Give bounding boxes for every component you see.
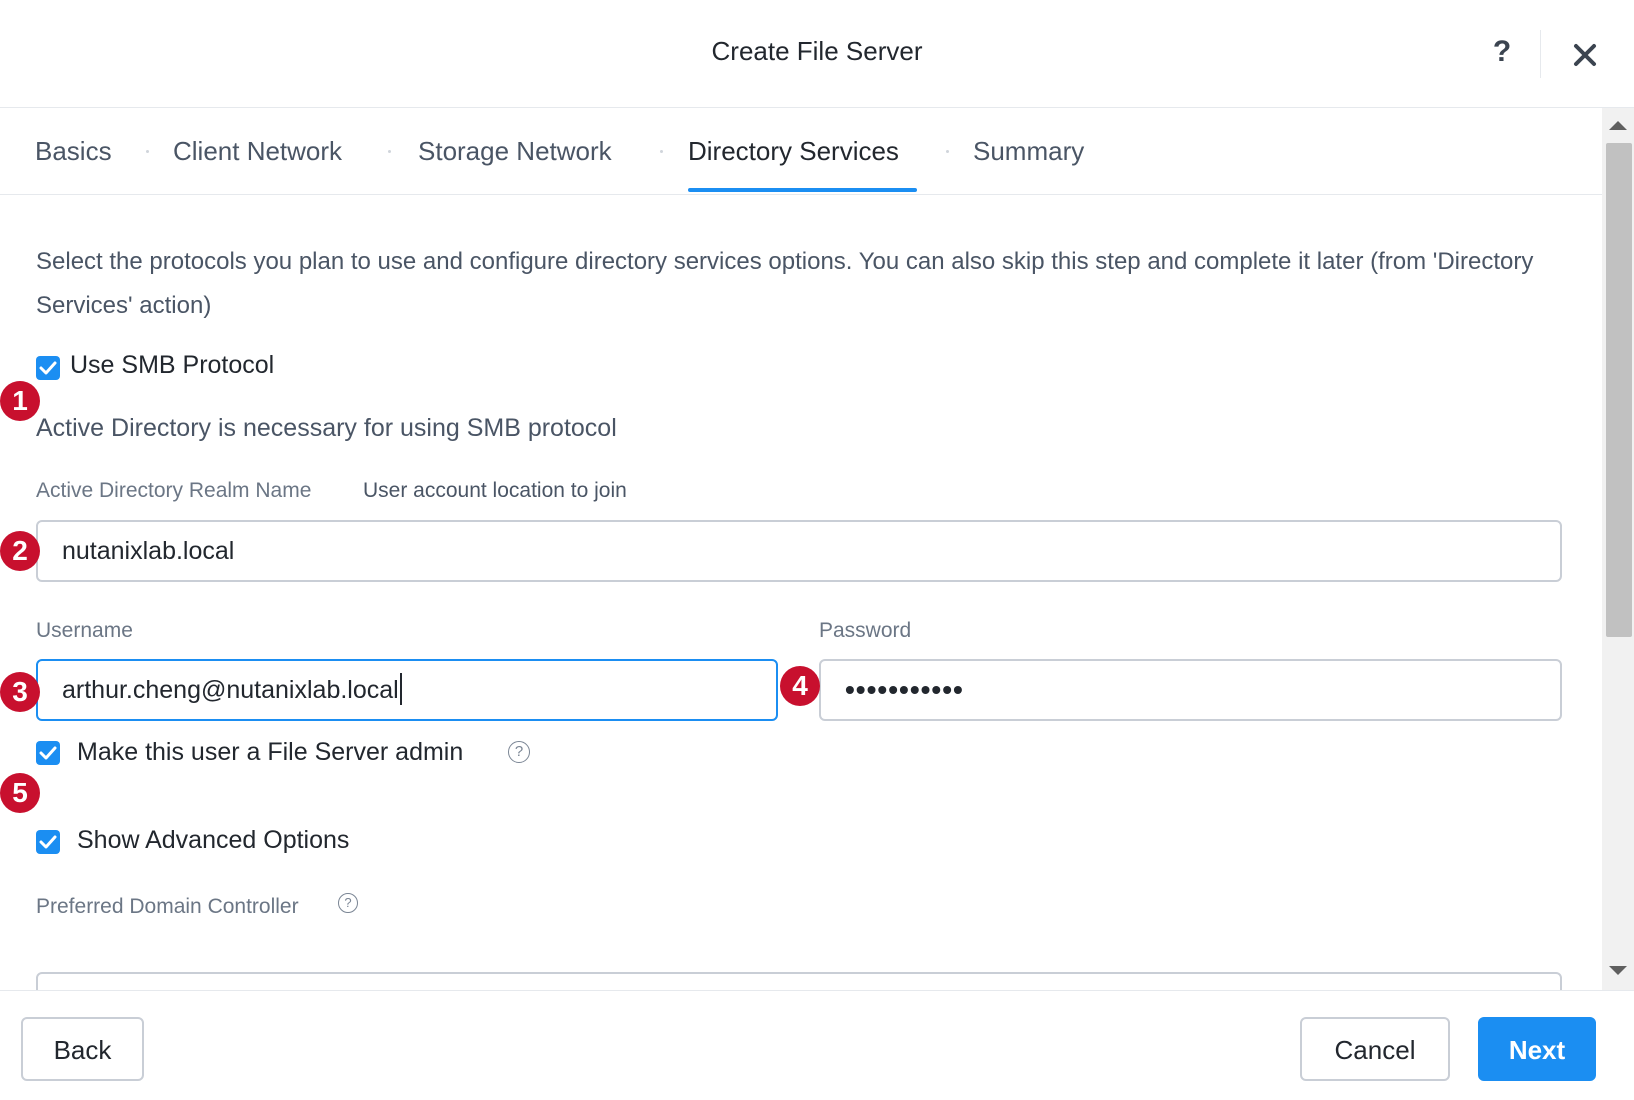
advanced-options-checkbox[interactable]	[36, 830, 60, 854]
annotation-marker-5: 5	[0, 773, 40, 813]
annotation-marker-2: 2	[0, 531, 40, 571]
annotation-marker-4: 4	[780, 666, 820, 706]
file-server-admin-checkbox[interactable]	[36, 741, 60, 765]
username-value: arthur.cheng@nutanixlab.local	[62, 676, 399, 704]
tab-separator	[146, 150, 149, 153]
annotation-marker-3: 3	[0, 672, 40, 712]
password-label: Password	[819, 619, 912, 642]
help-button[interactable]: ?	[1482, 30, 1522, 74]
close-icon	[1574, 44, 1596, 66]
password-value: •••••••••••	[845, 674, 964, 705]
tab-storage-network[interactable]: Storage Network	[418, 136, 612, 167]
tab-separator	[388, 150, 391, 153]
check-icon	[39, 361, 57, 375]
back-button[interactable]: Back	[21, 1017, 144, 1081]
question-circle-icon[interactable]: ?	[508, 741, 530, 763]
username-input[interactable]: arthur.cheng@nutanixlab.local	[36, 659, 778, 721]
dialog-title: Create File Server	[711, 36, 923, 66]
active-tab-indicator	[688, 188, 917, 192]
username-label: Username	[36, 619, 133, 642]
preferred-dc-input[interactable]	[36, 972, 1562, 990]
tab-basics[interactable]: Basics	[35, 136, 112, 167]
text-caret	[399, 673, 402, 706]
file-server-admin-label: Make this user a File Server admin	[77, 738, 464, 766]
tab-separator	[946, 150, 949, 153]
wizard-steps: Basics Client Network Storage Network Di…	[0, 108, 1602, 195]
use-smb-label: Use SMB Protocol	[70, 351, 275, 379]
question-circle-icon[interactable]: ?	[338, 893, 358, 913]
tab-client-network[interactable]: Client Network	[173, 136, 342, 167]
scroll-down-arrow-icon[interactable]	[1609, 966, 1627, 975]
check-icon	[39, 835, 57, 849]
password-input[interactable]: •••••••••••	[819, 659, 1562, 721]
check-icon	[39, 746, 57, 760]
realm-input[interactable]: nutanixlab.local	[36, 520, 1562, 582]
user-location-label: User account location to join	[363, 479, 627, 502]
tab-separator	[660, 150, 663, 153]
preferred-dc-label: Preferred Domain Controller	[36, 895, 299, 918]
next-button[interactable]: Next	[1478, 1017, 1596, 1081]
directory-services-form: Select the protocols you plan to use and…	[0, 196, 1602, 990]
dialog-footer: Back Cancel Next	[0, 990, 1634, 1100]
ad-required-note: Active Directory is necessary for using …	[36, 414, 617, 442]
annotation-marker-1: 1	[0, 381, 40, 421]
cancel-button[interactable]: Cancel	[1300, 1017, 1450, 1081]
tab-summary[interactable]: Summary	[973, 136, 1084, 167]
realm-label: Active Directory Realm Name	[36, 479, 312, 502]
scroll-up-arrow-icon[interactable]	[1609, 121, 1627, 130]
header-divider	[1540, 30, 1541, 78]
scrollbar-thumb[interactable]	[1606, 143, 1632, 637]
intro-text: Select the protocols you plan to use and…	[36, 248, 1534, 319]
tab-directory-services[interactable]: Directory Services	[688, 136, 899, 167]
use-smb-checkbox[interactable]	[36, 356, 60, 380]
advanced-options-label: Show Advanced Options	[77, 826, 350, 854]
close-button[interactable]	[1565, 33, 1605, 77]
dialog-header: Create File Server ?	[0, 0, 1634, 108]
